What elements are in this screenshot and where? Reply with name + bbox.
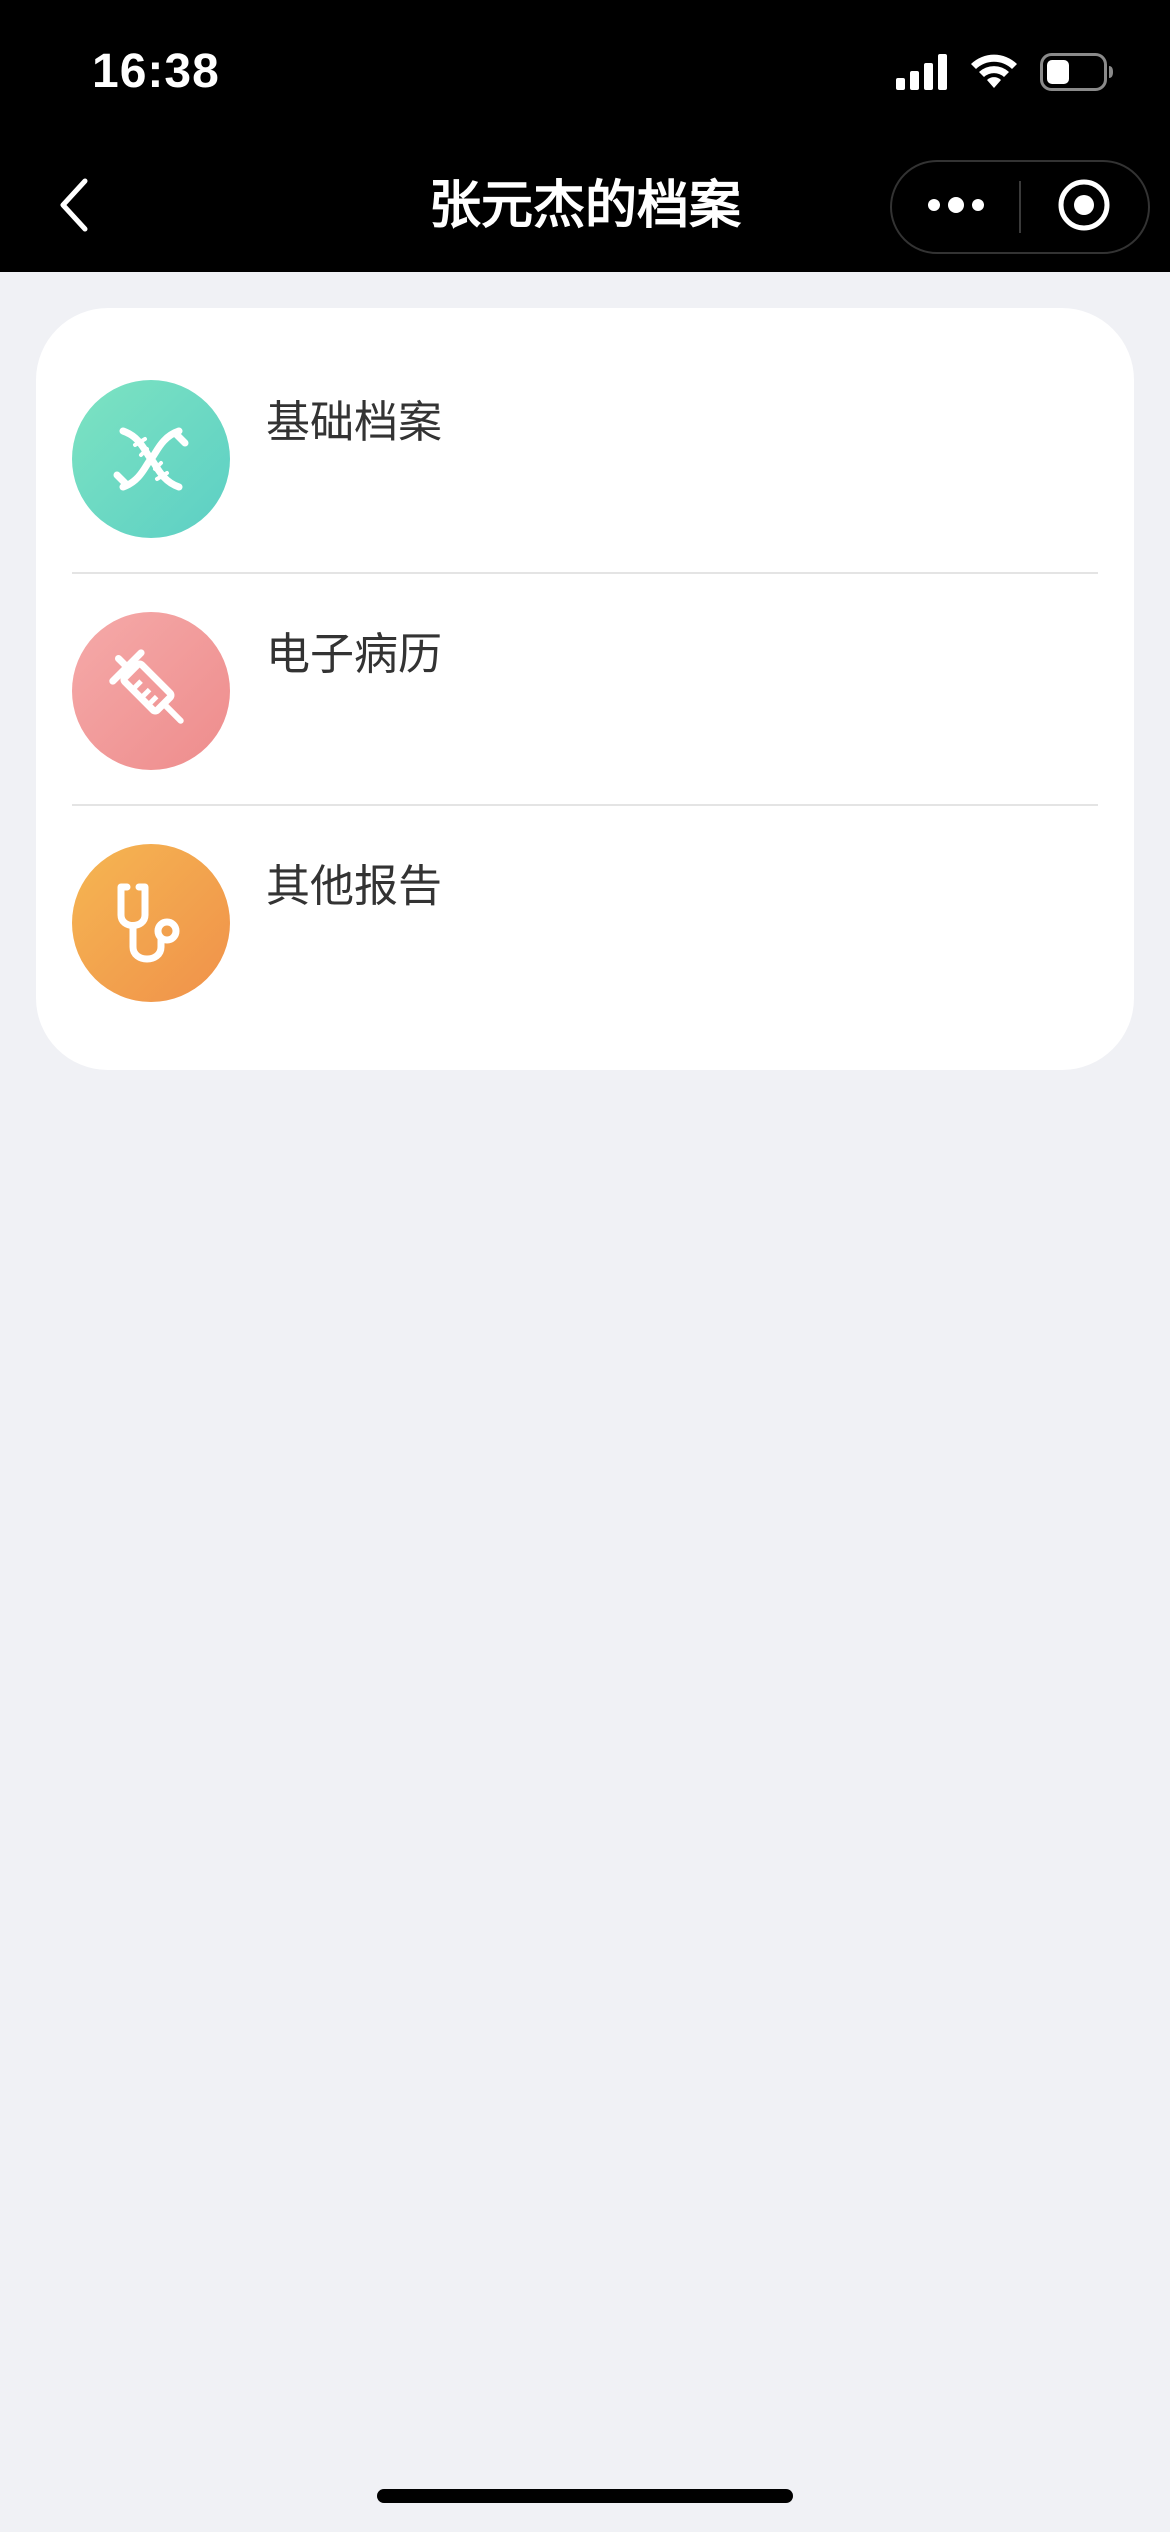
menu-item-label: 基础档案 <box>266 397 442 448</box>
more-dots-icon <box>926 195 986 219</box>
syringe-icon <box>72 612 230 770</box>
home-indicator[interactable] <box>377 2489 793 2503</box>
menu-item-medical-record[interactable]: 电子病历 <box>36 540 1134 770</box>
archive-menu-card: 基础档案 电子病历 其他报告 <box>36 308 1134 1070</box>
mini-program-capsule <box>890 160 1150 254</box>
stethoscope-icon <box>72 844 230 1002</box>
close-target-icon <box>1056 177 1112 237</box>
menu-item-basic-archive[interactable]: 基础档案 <box>36 308 1134 538</box>
more-button[interactable] <box>892 162 1019 252</box>
status-time: 16:38 <box>92 45 220 98</box>
menu-item-label: 电子病历 <box>266 629 442 680</box>
cellular-signal-icon <box>896 54 948 94</box>
battery-icon <box>1040 53 1114 95</box>
menu-item-other-reports[interactable]: 其他报告 <box>36 772 1134 1002</box>
nav-bar: 张元杰的档案 <box>0 140 1170 272</box>
close-button[interactable] <box>1021 162 1148 252</box>
dna-icon <box>72 380 230 538</box>
menu-item-label: 其他报告 <box>266 861 442 912</box>
wifi-icon <box>970 54 1018 94</box>
status-icons <box>896 50 1114 98</box>
status-bar: 16:38 <box>0 0 1170 140</box>
